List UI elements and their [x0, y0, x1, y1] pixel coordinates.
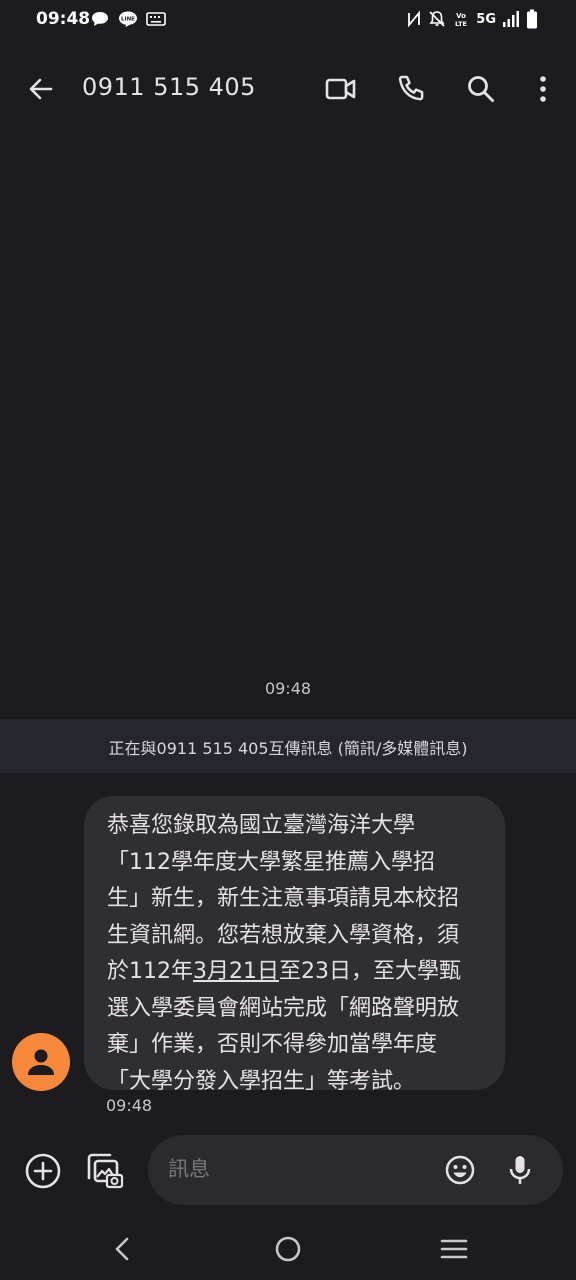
mic-icon	[509, 1156, 531, 1184]
date-link[interactable]: 3月21日	[193, 959, 279, 984]
voice-input-button[interactable]	[502, 1152, 538, 1188]
message-line: 於112年	[107, 959, 193, 984]
message-line: 恭喜您錄取為國立臺灣海洋大學	[107, 813, 416, 838]
info-banner: 正在與0911 515 405互傳訊息 (簡訊/多媒體訊息)	[0, 719, 576, 773]
conversation-timestamp: 09:48	[264, 679, 312, 698]
status-right-icons: Vo LTE 5G	[406, 9, 538, 29]
nav-home-icon	[275, 1236, 301, 1262]
video-call-icon	[325, 78, 356, 100]
nav-home-button[interactable]	[268, 1232, 308, 1266]
status-left-icons: LINE	[90, 10, 166, 28]
svg-text:LTE: LTE	[455, 20, 467, 28]
contact-title: 0911 515 405	[82, 73, 256, 101]
phone-icon	[398, 75, 424, 101]
arrow-back-icon	[29, 78, 53, 100]
nav-back-icon	[115, 1237, 129, 1261]
message-line: 選入學委員會網站完成「網路聲明放	[107, 995, 460, 1021]
more-vert-icon	[540, 76, 546, 102]
battery-icon	[526, 9, 538, 29]
person-icon	[28, 1049, 54, 1075]
navigation-bar	[0, 1218, 576, 1280]
info-banner-text: 正在與0911 515 405互傳訊息 (簡訊/多媒體訊息)	[108, 739, 468, 758]
emoji-icon	[445, 1155, 475, 1185]
search-button[interactable]	[460, 68, 502, 110]
message-input[interactable]	[168, 1157, 418, 1181]
message-line: 生」新生，新生注意事項請見本校招	[107, 886, 460, 911]
gallery-camera-icon	[87, 1153, 124, 1189]
back-button[interactable]	[20, 68, 62, 110]
status-time: 09:48	[36, 9, 91, 29]
message-bubble[interactable]: 恭喜您錄取為國立臺灣海洋大學 「112學年度大學繁星推薦入學招 生」新生，新生注…	[84, 796, 505, 1094]
message-text: 恭喜您錄取為國立臺灣海洋大學 「112學年度大學繁星推薦入學招 生」新生，新生注…	[107, 808, 487, 1100]
volte-icon: Vo LTE	[452, 10, 470, 28]
add-attachment-button[interactable]	[22, 1150, 64, 1192]
video-call-button[interactable]	[320, 68, 362, 110]
message-line: 至23日，至大學甄	[279, 959, 461, 984]
network-type: 5G	[476, 11, 496, 27]
phone-call-button[interactable]	[390, 68, 432, 110]
bell-off-icon	[428, 10, 446, 28]
message-line: 「112學年度大學繁星推薦入學招	[107, 849, 435, 875]
nfc-icon	[406, 10, 422, 28]
signal-icon	[502, 10, 520, 28]
app-bar: 0911 515 405	[0, 50, 576, 126]
message-line: 棄」作業，否則不得參加當學年度	[107, 1032, 438, 1057]
add-circle-icon	[25, 1153, 61, 1189]
message-line: 「大學分發入學招生」等考試。	[107, 1068, 416, 1094]
nav-recents-icon	[440, 1239, 468, 1259]
svg-text:LINE: LINE	[121, 17, 135, 23]
search-icon	[468, 76, 494, 102]
keyboard-icon	[146, 11, 166, 27]
status-bar: 09:48 LINE Vo LTE 5G	[0, 0, 576, 40]
compose-bar	[148, 1135, 563, 1205]
contact-avatar[interactable]	[12, 1033, 70, 1091]
gallery-button[interactable]	[82, 1148, 126, 1192]
message-line: 生資訊網。您若想放棄入學資格，須	[107, 922, 460, 948]
chat-bubble-icon	[90, 10, 110, 28]
message-time: 09:48	[106, 1096, 153, 1115]
emoji-button[interactable]	[442, 1152, 478, 1188]
nav-back-button[interactable]	[102, 1232, 142, 1266]
more-options-button[interactable]	[522, 68, 564, 110]
nav-recents-button[interactable]	[434, 1232, 474, 1266]
line-app-icon: LINE	[118, 10, 138, 28]
svg-text:Vo: Vo	[456, 12, 466, 20]
